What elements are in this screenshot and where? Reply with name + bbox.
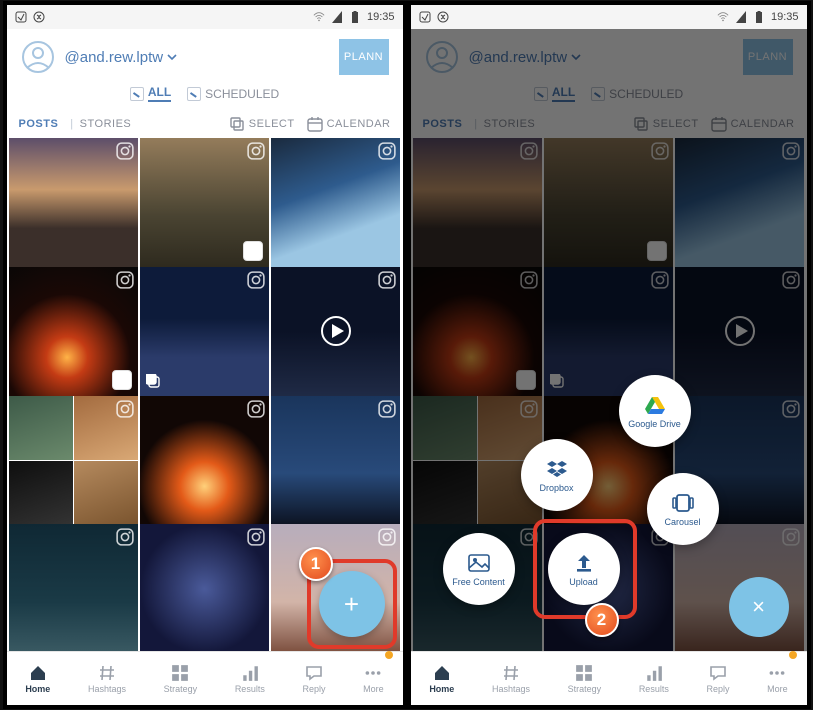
grid-cell[interactable] <box>140 267 269 396</box>
instagram-icon <box>247 400 265 418</box>
select-tool[interactable]: SELECT <box>229 116 295 132</box>
instagram-icon <box>378 271 396 289</box>
instagram-icon <box>247 528 265 546</box>
instagram-icon <box>378 528 396 546</box>
carousel-icon <box>146 374 162 390</box>
nav-results[interactable]: Results <box>235 664 265 694</box>
shazam-icon <box>33 11 45 23</box>
grid-cell[interactable] <box>9 396 138 525</box>
fab-option-carousel[interactable]: Carousel <box>647 473 719 545</box>
phone-screen-right: 19:35 @and.rew.lptw PLANN ALL SCHEDULED … <box>411 5 807 705</box>
notification-dot <box>789 651 797 659</box>
nav-strategy: Strategy <box>568 664 602 694</box>
bottom-nav: Home Hashtags Strategy Results Reply Mor… <box>411 651 807 705</box>
filter-all[interactable]: ALL <box>130 85 171 102</box>
content-tabs: POSTS | STORIES SELECT CALENDAR <box>7 110 403 138</box>
signal-icon <box>735 11 747 23</box>
grid-cell[interactable] <box>140 138 269 267</box>
tutorial-marker-2: 2 <box>585 603 619 637</box>
dropbox-icon <box>546 458 568 480</box>
wifi-icon <box>313 11 325 23</box>
account-header: @and.rew.lptw PLANN <box>7 29 403 81</box>
nav-more[interactable]: More <box>363 664 384 694</box>
battery-icon <box>753 11 765 23</box>
play-icon <box>320 315 352 347</box>
grid-cell[interactable] <box>271 267 400 396</box>
bottom-nav: Home Hashtags Strategy Results Reply Mor… <box>7 651 403 705</box>
nav-reply: Reply <box>706 664 729 694</box>
nav-home: Home <box>429 664 454 694</box>
avatar-icon[interactable] <box>21 40 55 74</box>
fab-close-button[interactable]: × <box>729 577 789 637</box>
status-bar: 19:35 <box>7 5 403 29</box>
grid-cell[interactable] <box>9 267 138 396</box>
instagram-icon <box>116 400 134 418</box>
nav-strategy[interactable]: Strategy <box>164 664 198 694</box>
nav-results: Results <box>639 664 669 694</box>
grid-cell[interactable] <box>271 396 400 525</box>
clock: 19:35 <box>367 11 395 23</box>
grid-cell[interactable] <box>271 138 400 267</box>
status-bar: 19:35 <box>411 5 807 29</box>
username-text: @and.rew.lptw <box>65 49 164 66</box>
instagram-icon <box>116 528 134 546</box>
instagram-icon <box>116 271 134 289</box>
instagram-icon <box>116 142 134 160</box>
image-icon <box>468 552 490 574</box>
grid-cell[interactable] <box>140 396 269 525</box>
nav-hashtags: Hashtags <box>492 664 530 694</box>
account-switcher[interactable]: @and.rew.lptw <box>65 49 178 66</box>
notification-dot <box>385 651 393 659</box>
select-checkbox[interactable] <box>243 241 263 261</box>
nav-home[interactable]: Home <box>25 664 50 694</box>
filter-scheduled[interactable]: SCHEDULED <box>187 85 279 102</box>
phone-screen-left: 19:35 @and.rew.lptw PLANN ALL SCHEDULED … <box>7 5 403 705</box>
google-drive-icon <box>644 394 666 416</box>
fab-option-free-content[interactable]: Free Content <box>443 533 515 605</box>
fab-option-upload[interactable]: Upload <box>548 533 620 605</box>
instagram-icon <box>247 142 265 160</box>
chevron-down-icon <box>167 52 177 62</box>
fab-add-button[interactable]: + <box>319 571 385 637</box>
instagram-icon <box>378 142 396 160</box>
grid-cell[interactable] <box>9 524 138 651</box>
instagram-icon <box>247 271 265 289</box>
notification-icon <box>15 11 27 23</box>
tab-posts[interactable]: POSTS <box>19 118 59 130</box>
nav-hashtags[interactable]: Hashtags <box>88 664 126 694</box>
fab-option-google-drive[interactable]: Google Drive <box>619 375 691 447</box>
nav-reply[interactable]: Reply <box>302 664 325 694</box>
select-checkbox[interactable] <box>112 370 132 390</box>
filter-row: ALL SCHEDULED <box>7 81 403 110</box>
tab-stories[interactable]: STORIES <box>80 118 132 130</box>
signal-icon <box>331 11 343 23</box>
wifi-icon <box>717 11 729 23</box>
tutorial-marker-1: 1 <box>299 547 333 581</box>
battery-icon <box>349 11 361 23</box>
grid-cell[interactable] <box>140 524 269 651</box>
grid-cell[interactable] <box>9 138 138 267</box>
brand-badge: PLANN <box>339 39 389 75</box>
clock: 19:35 <box>771 11 799 23</box>
nav-more: More <box>767 664 788 694</box>
instagram-icon <box>378 400 396 418</box>
shazam-icon <box>437 11 449 23</box>
fab-option-dropbox[interactable]: Dropbox <box>521 439 593 511</box>
calendar-tool[interactable]: CALENDAR <box>307 116 391 132</box>
upload-icon <box>573 552 595 574</box>
notification-icon <box>419 11 431 23</box>
carousel-icon <box>672 492 694 514</box>
